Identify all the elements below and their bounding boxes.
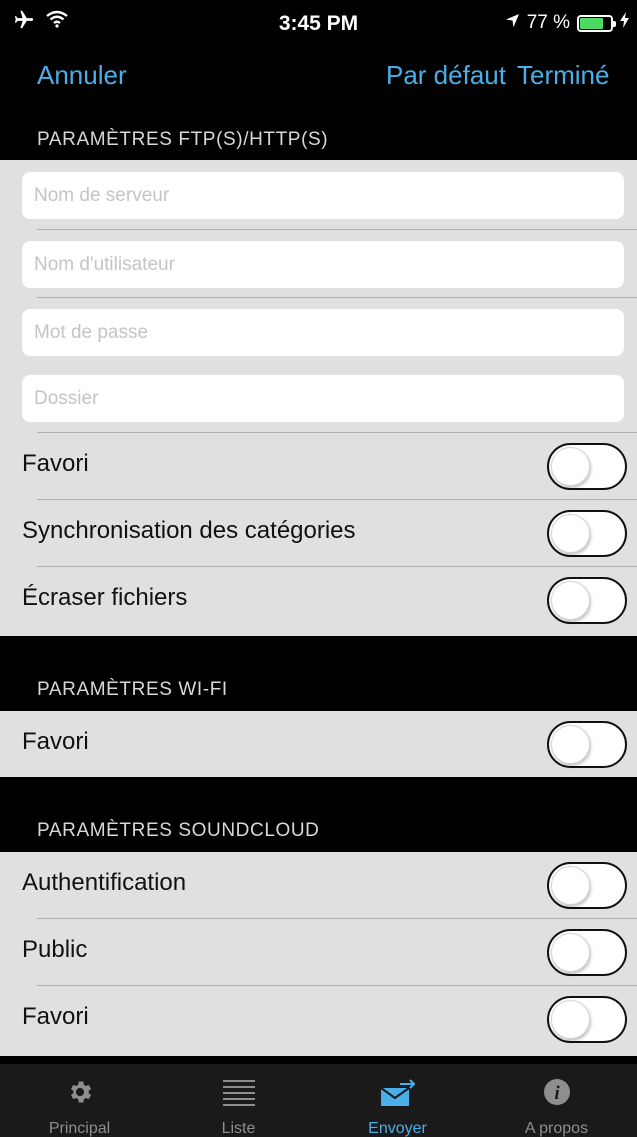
navigation-bar: Annuler Par défaut Terminé: [0, 50, 637, 110]
authentication-toggle[interactable]: [547, 862, 627, 909]
soundcloud-favorite-row: Favori: [0, 986, 637, 1052]
server-name-field[interactable]: [22, 172, 624, 219]
svg-text:i: i: [554, 1083, 560, 1104]
row-label: Public: [22, 936, 88, 963]
category-sync-toggle[interactable]: [547, 510, 627, 557]
tab-label: Envoyer: [368, 1120, 427, 1137]
row-label: Authentification: [22, 869, 187, 896]
tab-envoyer[interactable]: Envoyer: [318, 1064, 477, 1137]
password-input[interactable]: [22, 309, 624, 356]
overwrite-files-toggle[interactable]: [547, 577, 627, 624]
row-label: Favori: [22, 1003, 89, 1030]
tab-label: Liste: [221, 1120, 256, 1137]
list-icon: [159, 1078, 318, 1112]
battery-percent: 77 %: [526, 12, 570, 33]
category-sync-row: Synchronisation des catégories: [0, 500, 637, 566]
soundcloud-favorite-toggle[interactable]: [547, 996, 627, 1043]
charging-icon: [620, 12, 629, 34]
public-toggle[interactable]: [547, 929, 627, 976]
tab-label: Principal: [48, 1120, 111, 1137]
row-label: Favori: [22, 728, 89, 755]
wifi-favorite-row: Favori: [0, 711, 637, 777]
section-header-soundcloud: PARAMÈTRES SOUNDCLOUD: [0, 777, 637, 852]
tab-a-propos[interactable]: i A propos: [477, 1064, 636, 1137]
row-label: Synchronisation des catégories: [22, 517, 356, 544]
server-name-input[interactable]: [22, 172, 624, 219]
status-bar: 3:45 PM 77 %: [0, 0, 637, 50]
gear-icon: [0, 1078, 159, 1112]
row-label: Écraser fichiers: [22, 584, 188, 611]
tab-liste[interactable]: Liste: [159, 1064, 318, 1137]
default-button[interactable]: Par défaut: [386, 60, 506, 91]
done-button[interactable]: Terminé: [517, 60, 609, 91]
ftp-favorite-toggle[interactable]: [547, 443, 627, 490]
overwrite-files-row: Écraser fichiers: [0, 567, 637, 633]
location-arrow-icon: [505, 12, 520, 34]
tab-bar: Principal Liste Envoyer i A propos: [0, 1064, 637, 1137]
username-input[interactable]: [22, 241, 624, 288]
soundcloud-settings-section: Authentification Public Favori: [0, 852, 637, 1056]
ftp-settings-section: Favori Synchronisation des catégories Éc…: [0, 160, 637, 636]
tab-label: A propos: [524, 1120, 589, 1137]
tab-principal[interactable]: Principal: [0, 1064, 159, 1137]
info-icon: i: [477, 1078, 636, 1112]
send-mail-icon: [318, 1078, 477, 1112]
authentication-row: Authentification: [0, 852, 637, 918]
separator: [37, 229, 637, 230]
wifi-favorite-toggle[interactable]: [547, 721, 627, 768]
folder-field[interactable]: [22, 375, 624, 422]
username-field[interactable]: [22, 241, 624, 288]
row-label: Favori: [22, 450, 89, 477]
password-field[interactable]: [22, 309, 624, 356]
section-header-wifi: PARAMÈTRES WI-FI: [0, 636, 637, 711]
section-header-ftp: PARAMÈTRES FTP(S)/HTTP(S): [0, 110, 637, 160]
wifi-settings-section: Favori: [0, 711, 637, 777]
cancel-button[interactable]: Annuler: [37, 60, 127, 91]
battery-level: [580, 17, 603, 29]
folder-input[interactable]: [22, 375, 624, 422]
separator: [37, 297, 637, 298]
ftp-favorite-row: Favori: [0, 433, 637, 499]
public-row: Public: [0, 919, 637, 985]
battery-icon: [577, 14, 616, 32]
